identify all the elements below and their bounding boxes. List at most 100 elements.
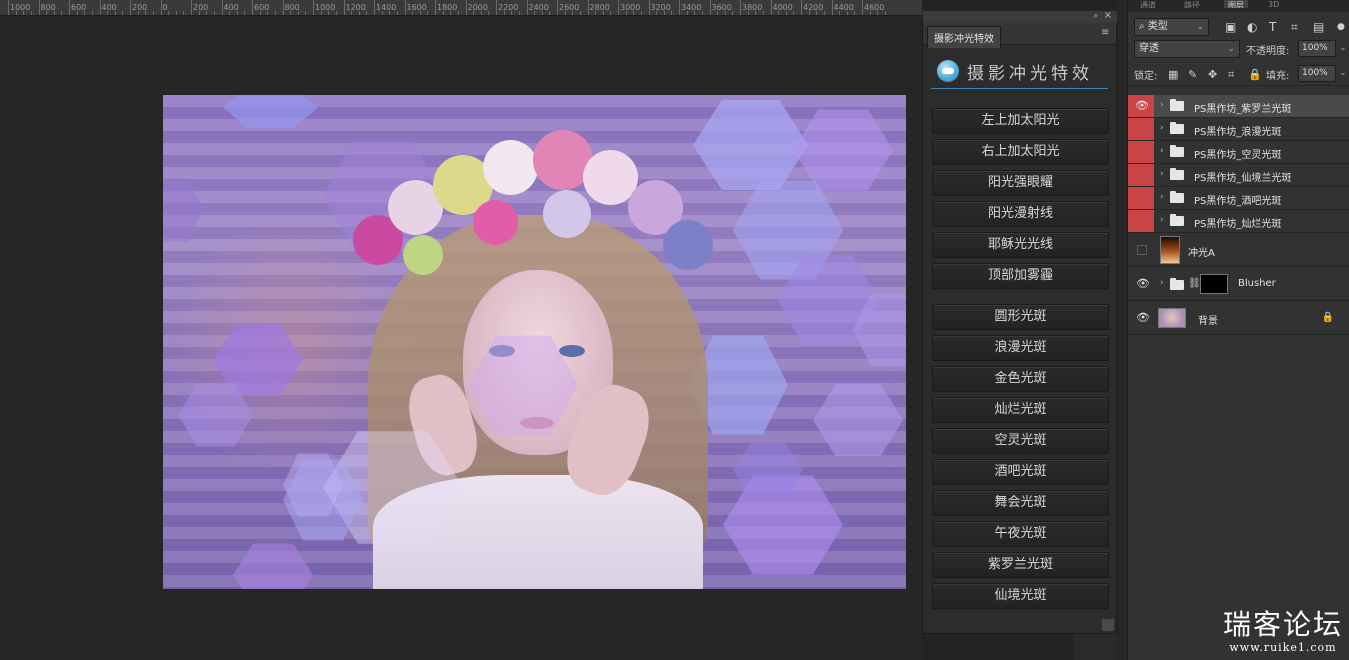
ruler-minor-tick (23, 11, 25, 15)
chevron-right-icon[interactable]: › (1160, 169, 1164, 179)
visibility-toggle[interactable] (1128, 164, 1154, 186)
chevron-right-icon[interactable]: › (1160, 123, 1164, 133)
folder-icon (1170, 191, 1184, 203)
visibility-toggle[interactable] (1137, 245, 1147, 255)
chevron-right-icon[interactable]: › (1160, 192, 1164, 202)
ruler-minor-tick (488, 11, 490, 15)
fill-input[interactable]: 100% (1298, 65, 1336, 82)
chevron-down-icon[interactable]: ⌄ (1339, 68, 1347, 78)
layer-row[interactable]: › PS黑作坊_浪漫光斑 (1128, 118, 1349, 141)
effect-button[interactable]: 空灵光斑 (932, 428, 1109, 454)
blend-mode-select[interactable]: 穿透 ⌄ (1134, 40, 1240, 58)
visibility-toggle[interactable] (1128, 141, 1154, 163)
effect-button[interactable]: 金色光斑 (932, 366, 1109, 392)
lock-brush-icon[interactable]: ✎ (1188, 68, 1197, 81)
layer-name: PS黑作坊_酒吧光斑 (1194, 196, 1282, 207)
opacity-input[interactable]: 100% (1298, 40, 1336, 57)
chevron-down-icon: ⌄ (1227, 44, 1235, 54)
lock-move-icon[interactable]: ✥ (1208, 68, 1217, 81)
lock-row: 锁定: ▦ ✎ ✥ ⌗ 🔒 填充: 100% ⌄ (1128, 62, 1349, 86)
ruler-tick-label: 1200 (343, 0, 366, 15)
tab-paths[interactable]: 路径 (1180, 0, 1204, 8)
chevron-right-icon[interactable]: › (1160, 146, 1164, 156)
effect-button[interactable]: 圆形光斑 (932, 304, 1109, 330)
visibility-toggle[interactable] (1128, 210, 1154, 232)
effect-button[interactable]: 仙境光斑 (932, 583, 1109, 609)
ruler-minor-tick (694, 11, 696, 15)
smart-object-filter-icon[interactable]: ▤ (1313, 21, 1324, 33)
lock-all-icon[interactable]: 🔒 (1248, 68, 1262, 81)
ruler-minor-tick (297, 11, 299, 15)
panel-top-bar: » × (923, 10, 1118, 23)
ruler-minor-tick (290, 11, 292, 15)
collapse-icon[interactable]: » (1093, 11, 1098, 20)
chevron-right-icon[interactable]: › (1160, 278, 1164, 288)
layer-filter-row: ⌕ 类型 ⌄ ▣ ◐ T ⌗ ▤ ● (1128, 12, 1349, 38)
ruler-minor-tick (564, 11, 566, 15)
visibility-toggle[interactable] (1128, 118, 1154, 140)
layer-row[interactable]: 👁 › PS黑作坊_紫罗兰光斑 (1128, 95, 1349, 118)
lock-label: 锁定: (1134, 71, 1158, 82)
layer-row[interactable]: › PS黑作坊_灿烂光斑 (1128, 210, 1349, 233)
layer-row[interactable]: 👁 › ⛓ Blusher (1128, 267, 1349, 301)
pixel-filter-icon[interactable]: ▣ (1225, 21, 1236, 33)
ruler-minor-tick (320, 11, 322, 15)
ruler-minor-tick (869, 11, 871, 15)
type-filter-icon[interactable]: T (1269, 21, 1276, 33)
effect-button[interactable]: 灿烂光斑 (932, 397, 1109, 423)
effect-button[interactable]: 舞会光斑 (932, 490, 1109, 516)
document-image[interactable] (163, 95, 906, 589)
layer-row[interactable]: › PS黑作坊_仙境兰光斑 (1128, 164, 1349, 187)
effect-button[interactable]: 左上加太阳光 (932, 108, 1109, 134)
ruler-tick-label: 4400 (831, 0, 854, 15)
chevron-down-icon[interactable]: ⌄ (1339, 43, 1347, 53)
flower (403, 235, 443, 275)
ruler-minor-tick (145, 11, 147, 15)
adjustment-filter-icon[interactable]: ◐ (1247, 21, 1257, 33)
effect-button[interactable]: 酒吧光斑 (932, 459, 1109, 485)
layer-row[interactable]: 👁 背景 🔒 (1128, 301, 1349, 335)
chevron-right-icon[interactable]: › (1160, 215, 1164, 225)
effect-button[interactable]: 顶部加雾霾 (932, 263, 1109, 289)
eye-icon[interactable]: 👁 (1136, 277, 1150, 290)
layer-name: PS黑作坊_紫罗兰光斑 (1194, 104, 1292, 115)
visibility-toggle[interactable] (1128, 187, 1154, 209)
search-icon: ⌕ (1139, 21, 1148, 32)
tab-3d[interactable]: 3D (1264, 0, 1283, 8)
eye-icon[interactable]: 👁 (1136, 311, 1150, 324)
layer-filter-select[interactable]: ⌕ 类型 ⌄ (1134, 18, 1209, 36)
filter-toggle-icon[interactable]: ● (1337, 21, 1345, 33)
ruler-minor-tick (595, 11, 597, 15)
effect-button[interactable]: 右上加太阳光 (932, 139, 1109, 165)
ruler-minor-tick (53, 11, 55, 15)
lock-artboard-icon[interactable]: ⌗ (1228, 68, 1234, 82)
horizontal-ruler[interactable]: 1000 800 600 400 200 0 200 400 600 800 1000 1200 140… (0, 0, 922, 16)
ruler-minor-tick (755, 11, 757, 15)
effect-button[interactable]: 紫罗兰光斑 (932, 552, 1109, 578)
layer-row[interactable]: › PS黑作坊_酒吧光斑 (1128, 187, 1349, 210)
panel-menu-icon[interactable]: ≡ (1101, 28, 1111, 38)
close-icon[interactable]: × (1104, 10, 1112, 21)
effect-button[interactable]: 阳光漫射线 (932, 201, 1109, 227)
mask-thumbnail (1200, 274, 1228, 294)
effect-button[interactable]: 耶稣光光线 (932, 232, 1109, 258)
ruler-minor-tick (236, 11, 238, 15)
fill-label: 填充: (1266, 71, 1290, 82)
blend-mode-value: 穿透 (1139, 43, 1159, 54)
layer-row[interactable]: › PS黑作坊_空灵光斑 (1128, 141, 1349, 164)
effect-button[interactable]: 浪漫光斑 (932, 335, 1109, 361)
shape-filter-icon[interactable]: ⌗ (1291, 21, 1298, 33)
ruler-minor-tick (274, 11, 276, 15)
lock-transparent-icon[interactable]: ▦ (1168, 68, 1178, 81)
tab-layers[interactable]: 图层 (1224, 0, 1248, 8)
visibility-toggle[interactable]: 👁 (1128, 95, 1154, 117)
ruler-minor-tick (610, 11, 612, 15)
ruler-tick-label: 1600 (404, 0, 427, 15)
chevron-right-icon[interactable]: › (1160, 100, 1164, 110)
folder-icon (1170, 278, 1184, 290)
effect-button[interactable]: 阳光强眼耀 (932, 170, 1109, 196)
resize-handle[interactable] (1102, 619, 1114, 631)
tab-channels[interactable]: 通道 (1136, 0, 1160, 8)
layer-row[interactable]: 冲光A (1128, 233, 1349, 267)
effect-button[interactable]: 午夜光斑 (932, 521, 1109, 547)
